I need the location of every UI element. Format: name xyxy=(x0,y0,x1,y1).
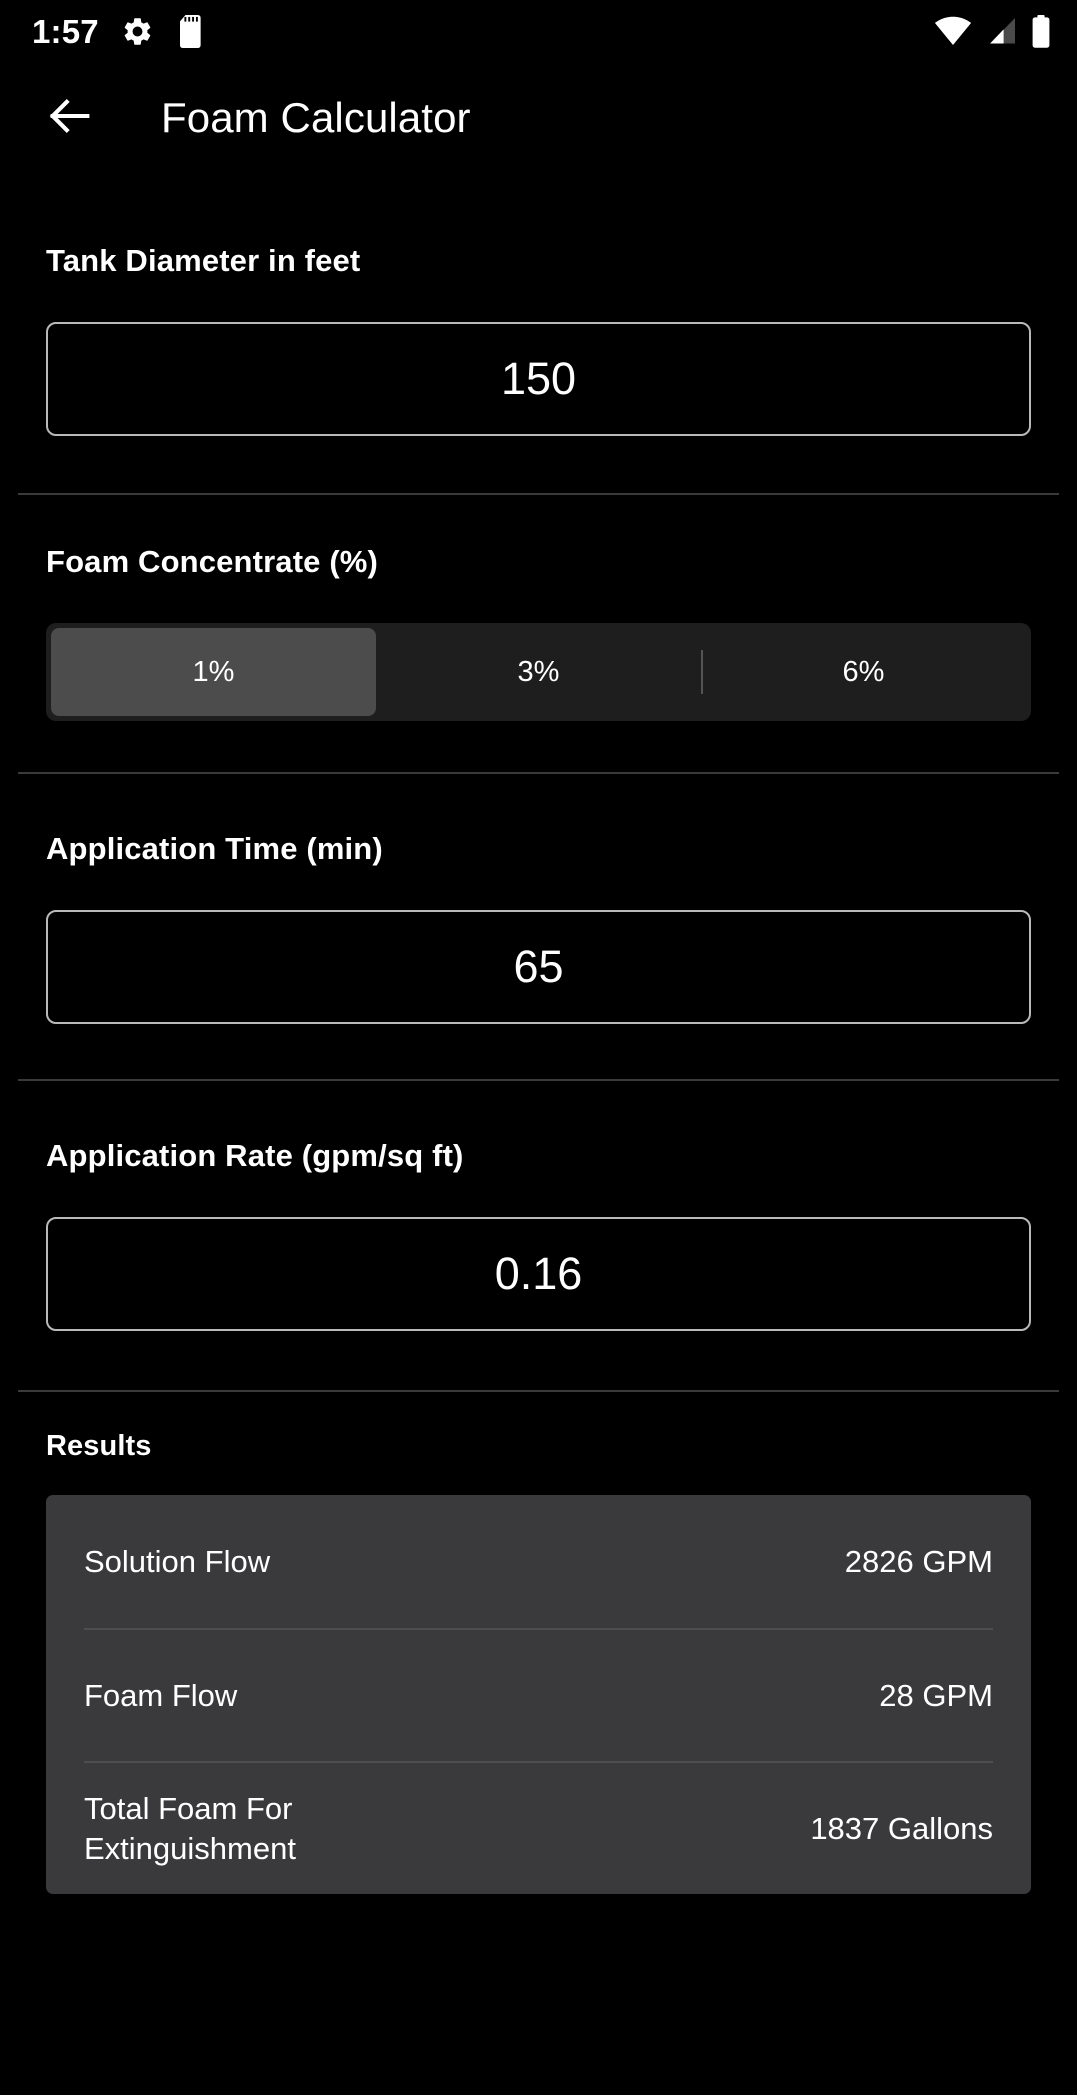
result-label: Foam Flow xyxy=(84,1678,238,1714)
segment-option-6pct[interactable]: 6% xyxy=(701,628,1026,716)
results-card: Solution Flow 2826 GPM Foam Flow 28 GPM … xyxy=(46,1495,1031,1895)
page-title: Foam Calculator xyxy=(161,94,471,141)
section-tank-diameter: Tank Diameter in feet xyxy=(0,174,1077,437)
back-arrow-icon xyxy=(44,90,96,147)
foam-concentrate-label: Foam Concentrate (%) xyxy=(46,544,378,580)
application-rate-input[interactable] xyxy=(46,1217,1031,1332)
segment-option-3pct[interactable]: 3% xyxy=(376,628,701,716)
section-application-time: Application Time (min) xyxy=(0,774,1077,1025)
calculator-form: Tank Diameter in feet Foam Concentrate (… xyxy=(0,174,1077,1895)
section-foam-concentrate: Foam Concentrate (%) 1% 3% 6% xyxy=(0,495,1077,722)
battery-icon xyxy=(1031,14,1051,48)
application-time-label: Application Time (min) xyxy=(46,831,383,867)
result-value: 2826 GPM xyxy=(844,1543,993,1579)
foam-concentrate-segmented-control[interactable]: 1% 3% 6% xyxy=(46,623,1031,722)
section-application-rate: Application Rate (gpm/sq ft) xyxy=(0,1081,1077,1332)
segment-option-1pct[interactable]: 1% xyxy=(51,628,376,717)
result-label: Total Foam For Extinguishment xyxy=(84,1791,296,1866)
tank-diameter-input[interactable] xyxy=(46,322,1031,437)
status-bar: 1:57 xyxy=(0,0,1077,62)
result-label: Solution Flow xyxy=(84,1544,271,1580)
sd-card-icon xyxy=(176,14,206,48)
back-button[interactable] xyxy=(34,82,106,154)
result-row-foam-flow: Foam Flow 28 GPM xyxy=(84,1628,993,1761)
results-title: Results xyxy=(46,1430,152,1463)
result-value: 1837 Gallons xyxy=(810,1810,993,1846)
result-row-total-foam: Total Foam For Extinguishment 1837 Gallo… xyxy=(84,1761,993,1894)
application-time-input[interactable] xyxy=(46,910,1031,1025)
app-bar: Foam Calculator xyxy=(0,62,1077,174)
gear-icon xyxy=(121,15,154,48)
status-bar-right xyxy=(934,14,1051,48)
status-bar-clock: 1:57 xyxy=(32,12,99,50)
tank-diameter-label: Tank Diameter in feet xyxy=(46,243,361,278)
cell-signal-icon xyxy=(985,15,1018,48)
section-results: Results Solution Flow 2826 GPM Foam Flow… xyxy=(0,1392,1077,1895)
application-rate-label: Application Rate (gpm/sq ft) xyxy=(46,1138,464,1174)
result-value: 28 GPM xyxy=(879,1677,993,1713)
result-row-solution-flow: Solution Flow 2826 GPM xyxy=(84,1495,993,1628)
status-bar-left: 1:57 xyxy=(32,12,206,50)
wifi-icon xyxy=(934,15,972,48)
